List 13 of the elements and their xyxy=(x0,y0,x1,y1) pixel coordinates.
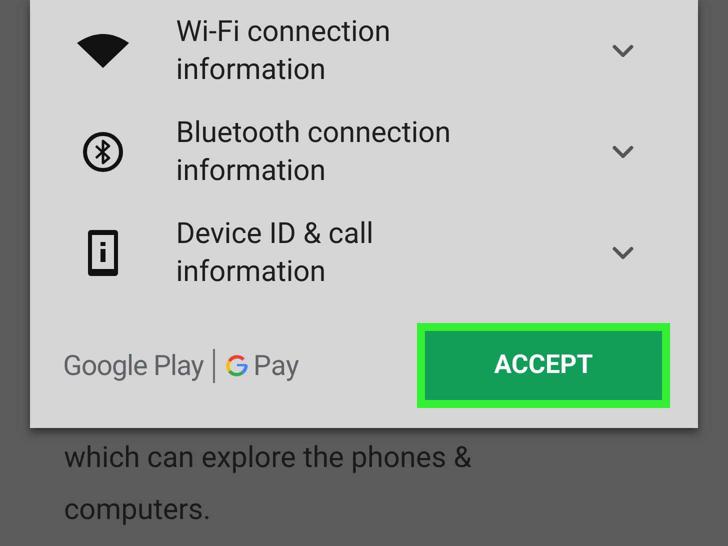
permission-label: Wi-Fi connection information xyxy=(176,14,392,88)
device-info-icon xyxy=(88,230,118,276)
permission-row[interactable]: Device ID & call information xyxy=(30,202,698,303)
google-play-logo-text: Google Play xyxy=(63,348,204,384)
permission-row[interactable]: Bluetooth connection information xyxy=(30,101,698,202)
background-paragraph: which can explore the phones & computers. xyxy=(64,440,473,529)
wifi-icon xyxy=(77,34,129,68)
bluetooth-icon xyxy=(82,130,124,172)
permission-row[interactable]: Wi-Fi connection information xyxy=(30,0,698,101)
google-g-icon xyxy=(225,354,250,378)
permission-label: Bluetooth connection information xyxy=(176,114,452,190)
permission-label: Device ID & call information xyxy=(176,216,374,290)
pay-logo-text: Pay xyxy=(253,348,300,384)
